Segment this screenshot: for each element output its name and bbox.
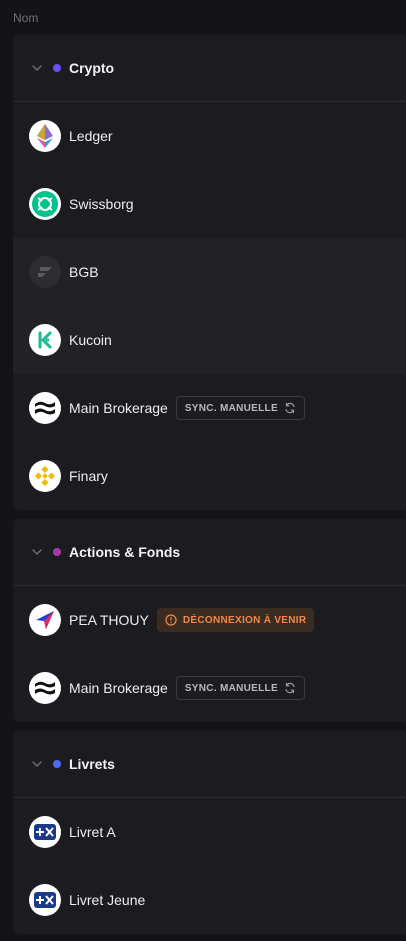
swissborg-logo-icon — [29, 188, 61, 220]
chevron-down-icon[interactable] — [31, 548, 43, 556]
account-row-kucoin[interactable]: Kucoin — [13, 306, 406, 374]
account-row-main-brokerage[interactable]: Main Brokerage SYNC. MANUELLE — [13, 654, 406, 722]
wave-logo-icon — [29, 392, 61, 424]
account-name: Livret A — [69, 824, 116, 840]
account-row-livret-a[interactable]: Livret A — [13, 798, 406, 866]
account-row-finary[interactable]: Finary — [13, 442, 406, 510]
account-name: BGB — [69, 264, 99, 280]
plusx-logo-icon — [29, 884, 61, 916]
account-name: PEA THOUY — [69, 612, 149, 628]
account-row-pea-thouy[interactable]: PEA THOUY DÉCONNEXION À VENIR — [13, 586, 406, 654]
chevron-down-icon[interactable] — [31, 64, 43, 72]
group-card-livrets: Livrets Livret A Livret Jeune — [13, 731, 406, 934]
account-row-ledger[interactable]: Ledger — [13, 102, 406, 170]
bitget-logo-icon — [29, 256, 61, 288]
account-name: Kucoin — [69, 332, 112, 348]
badge-label: SYNC. MANUELLE — [184, 402, 278, 414]
account-name: Main Brokerage — [69, 680, 168, 696]
kucoin-logo-icon — [29, 324, 61, 356]
sync-manual-badge[interactable]: SYNC. MANUELLE — [175, 676, 305, 700]
badge-label: SYNC. MANUELLE — [184, 682, 278, 694]
group-header-crypto[interactable]: Crypto — [13, 35, 406, 102]
group-title: Actions & Fonds — [69, 544, 181, 560]
refresh-icon — [284, 682, 296, 694]
refresh-icon — [284, 402, 296, 414]
ethereum-logo-icon — [29, 120, 61, 152]
group-header-actions-fonds[interactable]: Actions & Fonds — [13, 519, 406, 586]
column-header-name[interactable]: Nom — [13, 11, 38, 25]
account-name: Livret Jeune — [69, 892, 146, 908]
group-title: Crypto — [69, 60, 115, 76]
alert-circle-icon — [165, 614, 177, 626]
account-row-main-brokerage[interactable]: Main Brokerage SYNC. MANUELLE — [13, 374, 406, 442]
account-row-livret-jeune[interactable]: Livret Jeune — [13, 866, 406, 934]
account-name: Swissborg — [69, 196, 134, 212]
group-header-livrets[interactable]: Livrets — [13, 731, 406, 798]
wave-logo-icon — [29, 672, 61, 704]
group-color-dot — [53, 760, 61, 768]
account-name: Main Brokerage — [69, 400, 168, 416]
sync-manual-badge[interactable]: SYNC. MANUELLE — [175, 396, 305, 420]
plusx-logo-icon — [29, 816, 61, 848]
arrow-logo-icon — [29, 604, 61, 636]
account-row-bgb[interactable]: BGB — [13, 238, 406, 306]
account-name: Ledger — [69, 128, 113, 144]
account-row-swissborg[interactable]: Swissborg — [13, 170, 406, 238]
group-card-actions-fonds: Actions & Fonds PEA THOUY DÉCONNEXION À … — [13, 519, 406, 722]
group-color-dot — [53, 548, 61, 556]
group-title: Livrets — [69, 756, 115, 772]
disconnection-warning-badge[interactable]: DÉCONNEXION À VENIR — [156, 608, 315, 632]
group-card-crypto: Crypto Ledger Swissborg BGB Kucoin Main … — [13, 35, 406, 510]
chevron-down-icon[interactable] — [31, 760, 43, 768]
badge-label: DÉCONNEXION À VENIR — [182, 614, 307, 626]
binance-logo-icon — [29, 460, 61, 492]
account-name: Finary — [69, 468, 108, 484]
group-color-dot — [53, 64, 61, 72]
